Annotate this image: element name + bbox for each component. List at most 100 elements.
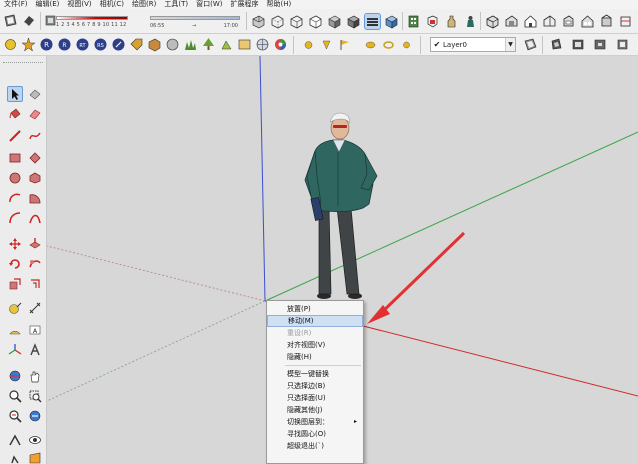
offset-icon[interactable] — [27, 276, 43, 292]
pin-icon[interactable] — [318, 36, 335, 53]
look-around-icon[interactable] — [27, 432, 43, 448]
ring-icon[interactable] — [380, 36, 397, 53]
zoom-extents-icon[interactable] — [7, 408, 23, 424]
plugin-s-icon[interactable] — [110, 36, 127, 53]
bulb-icon[interactable] — [2, 36, 19, 53]
left-view-icon[interactable] — [579, 13, 596, 30]
context-menu-item-3[interactable]: 对齐视图(V) — [267, 339, 363, 351]
shadow-time-slider[interactable]: 06:55 → 17:00 — [150, 11, 242, 32]
layer-dropdown[interactable]: ✔ Layer0 ▼ — [430, 37, 516, 52]
camera-zoom-icon[interactable] — [592, 36, 609, 53]
previous-view-icon[interactable] — [27, 408, 43, 424]
context-menu-item-7[interactable]: 只选择边(B) — [267, 380, 363, 392]
plugin-rb-icon[interactable]: R — [56, 36, 73, 53]
bottom-view-icon[interactable] — [598, 13, 615, 30]
menu-item-6[interactable]: 窗口(W) — [196, 0, 222, 9]
front-view-icon[interactable] — [522, 13, 539, 30]
camera-standard-icon[interactable] — [2, 12, 19, 29]
plugin-rt-icon[interactable]: RT — [74, 36, 91, 53]
follow-me-icon[interactable] — [27, 256, 43, 272]
rotated-rectangle-icon[interactable] — [27, 150, 43, 166]
flag-icon[interactable] — [336, 36, 353, 53]
context-menu-item-8[interactable]: 只选择面(U) — [267, 392, 363, 404]
ellipse-yellow-icon[interactable] — [362, 36, 379, 53]
tape-measure-icon[interactable] — [7, 300, 23, 316]
person-model[interactable] — [304, 112, 378, 299]
component-icon[interactable] — [424, 13, 441, 30]
freehand-icon[interactable] — [27, 128, 43, 144]
layer-manager-icon[interactable] — [522, 36, 539, 53]
eraser-icon[interactable] — [27, 86, 43, 102]
axes-tool-icon[interactable] — [7, 342, 23, 358]
bottle-icon[interactable] — [443, 13, 460, 30]
context-menu-item-11[interactable]: 寻找圆心(O) — [267, 428, 363, 440]
camera-walk-icon[interactable] — [614, 36, 631, 53]
push-pull-icon[interactable] — [27, 236, 43, 252]
zoom-icon[interactable] — [7, 388, 23, 404]
pan-hand-icon[interactable] — [27, 368, 43, 384]
menu-item-1[interactable]: 编辑(E) — [36, 0, 60, 9]
menu-item-7[interactable]: 扩展程序 — [230, 0, 258, 9]
select-arrow-icon[interactable] — [7, 86, 23, 102]
plugin-frame-icon[interactable] — [236, 36, 253, 53]
menu-item-4[interactable]: 绘图(R) — [132, 0, 156, 9]
right-view-icon[interactable] — [541, 13, 558, 30]
position-camera-icon[interactable] — [7, 432, 23, 448]
menu-item-2[interactable]: 视图(V) — [67, 0, 91, 9]
arc-2point-icon[interactable] — [27, 210, 43, 226]
dot-yellow-icon[interactable] — [300, 36, 317, 53]
pencil-line-icon[interactable] — [7, 128, 23, 144]
back-edges-icon[interactable] — [269, 13, 286, 30]
plugin-globe-icon[interactable] — [254, 36, 271, 53]
top-view-icon[interactable] — [503, 13, 520, 30]
context-menu-item-1[interactable]: 移动(M) — [267, 315, 363, 327]
polygon-icon[interactable] — [27, 170, 43, 186]
building-icon[interactable] — [405, 13, 422, 30]
plugin-r-icon[interactable]: R — [38, 36, 55, 53]
3d-text-icon[interactable] — [27, 342, 43, 358]
pie-icon[interactable] — [27, 190, 43, 206]
context-menu-item-12[interactable]: 超级退出(`) — [267, 440, 363, 452]
hidden-line-icon[interactable] — [307, 13, 324, 30]
shaded-blue-icon[interactable] — [383, 13, 400, 30]
monochrome-icon[interactable] — [364, 13, 381, 30]
walk-icon[interactable] — [7, 450, 23, 464]
context-menu-item-9[interactable]: 隐藏其他(J) — [267, 404, 363, 416]
move-icon[interactable] — [7, 236, 23, 252]
eraser-style-icon[interactable] — [20, 12, 37, 29]
plugin-tree-icon[interactable] — [200, 36, 217, 53]
paint-bucket-icon[interactable] — [7, 106, 23, 122]
plugin-tag-icon[interactable] — [128, 36, 145, 53]
section-plane-tool-icon[interactable] — [27, 450, 43, 464]
arc-icon[interactable] — [7, 190, 23, 206]
shaded-textures-icon[interactable] — [345, 13, 362, 30]
back-view-icon[interactable] — [560, 13, 577, 30]
context-menu-item-10[interactable]: 切换图层到： ▸ — [267, 416, 363, 428]
context-menu-item-4[interactable]: 隐藏(H) — [267, 351, 363, 363]
dot-small-icon[interactable] — [398, 36, 415, 53]
plugin-rs-icon[interactable]: RS — [92, 36, 109, 53]
context-menu-item-6[interactable]: 模型一键替换 — [267, 368, 363, 380]
plugin-colorwheel-icon[interactable] — [272, 36, 289, 53]
xray-style-icon[interactable] — [250, 13, 267, 30]
rotate-icon[interactable] — [7, 256, 23, 272]
text-tool-icon[interactable]: A — [27, 322, 43, 338]
plugin-cube-icon[interactable] — [146, 36, 163, 53]
chevron-down-icon[interactable]: ▼ — [505, 38, 515, 51]
orbit-icon[interactable] — [7, 368, 23, 384]
context-menu-item-0[interactable]: 放置(P) — [267, 303, 363, 315]
eraser-pink-icon[interactable] — [27, 106, 43, 122]
menu-item-0[interactable]: 文件(F) — [4, 0, 28, 9]
camera-next-icon[interactable] — [570, 36, 587, 53]
plugin-sphere-icon[interactable] — [164, 36, 181, 53]
iso-view-icon[interactable] — [484, 13, 501, 30]
plugin-plant-icon[interactable] — [218, 36, 235, 53]
plugin-grass-icon[interactable] — [182, 36, 199, 53]
menu-item-5[interactable]: 工具(T) — [164, 0, 188, 9]
menu-item-3[interactable]: 相机(C) — [100, 0, 124, 9]
shaded-icon[interactable] — [326, 13, 343, 30]
arc-3point-icon[interactable] — [7, 210, 23, 226]
camera-prev-icon[interactable] — [548, 36, 565, 53]
dimension-icon[interactable] — [27, 300, 43, 316]
zoom-window-icon[interactable] — [27, 388, 43, 404]
